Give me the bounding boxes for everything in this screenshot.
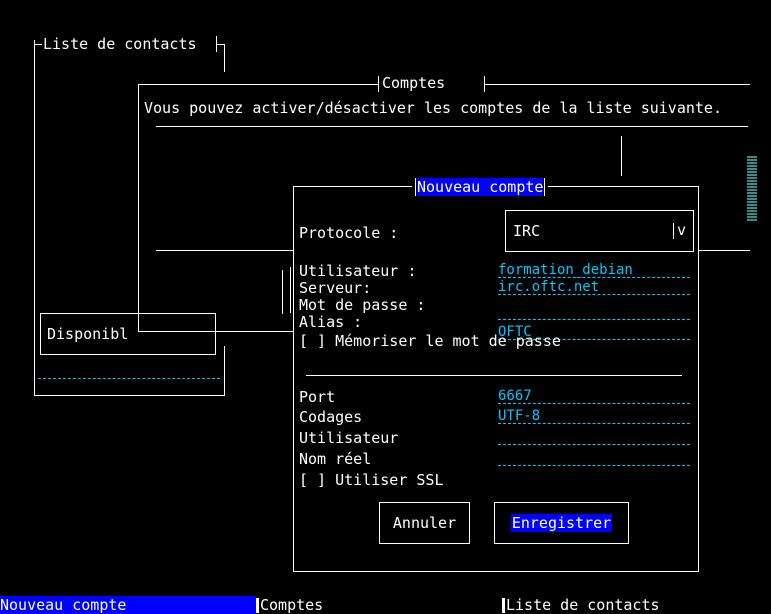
accounts-bottom-border (138, 331, 293, 332)
chevron-down-icon[interactable]: v (677, 222, 686, 238)
taskbar: Nouveau compte Comptes Liste de contacts (0, 596, 771, 614)
irc-user-label: Utilisateur (299, 429, 399, 447)
protocol-dropdown-separator (673, 223, 674, 239)
contacts-window-bottom-border (34, 395, 225, 396)
accounts-left-border (138, 84, 139, 332)
server-value: irc.oftc.net (498, 279, 600, 295)
save-button-label: Enregistrer (510, 514, 613, 532)
contacts-window-left-edge (34, 40, 35, 56)
port-value: 6667 (498, 388, 532, 404)
encodings-value: UTF-8 (498, 408, 541, 424)
accounts-window-title: Comptes (382, 74, 446, 92)
accounts-title-bracket-left (378, 76, 379, 92)
contacts-window-left-border (34, 56, 35, 396)
real-name-field[interactable] (498, 451, 690, 467)
irc-user-field[interactable] (498, 430, 690, 446)
contacts-title-line-left (34, 44, 42, 45)
dialog-title: Nouveau compte (417, 178, 544, 196)
save-button[interactable]: Enregistrer (494, 502, 629, 544)
password-label: Mot de passe : (299, 296, 426, 314)
port-label: Port (299, 388, 336, 406)
use-ssl-checkbox[interactable]: [ ] Utiliser SSL (299, 472, 444, 488)
accounts-list-bottom-line-left (156, 250, 294, 251)
cancel-button-label: Annuler (392, 514, 457, 532)
username-value: formation_debian (498, 262, 633, 278)
accounts-list-top-line (156, 126, 748, 127)
accounts-list-column-sep (621, 136, 622, 176)
accounts-top-border-left (138, 84, 378, 85)
accounts-top-border-right (484, 84, 750, 85)
server-field[interactable]: irc.oftc.net (498, 280, 690, 296)
dialog-title-wrap: Nouveau compte (412, 178, 549, 196)
new-account-dialog: Nouveau compte Protocole : IRC v Utilisa… (290, 178, 699, 572)
contacts-window-title: Liste de contacts (43, 35, 197, 53)
dialog-section-divider (306, 375, 682, 376)
cancel-button[interactable]: Annuler (379, 502, 470, 544)
accounts-inner-left-edge (282, 270, 283, 314)
port-field[interactable]: 6667 (498, 389, 690, 405)
remember-password-checkbox[interactable]: [ ] Mémoriser le mot de passe (299, 333, 561, 349)
taskbar-item-accounts[interactable]: Comptes (260, 596, 323, 614)
username-label: Utilisateur : (299, 262, 417, 280)
taskbar-separator (256, 598, 259, 613)
status-box[interactable]: Disponibl (40, 313, 216, 355)
accounts-list-bottom-line-right (698, 250, 750, 251)
taskbar-separator (502, 598, 505, 613)
taskbar-item-contacts[interactable]: Liste de contacts (506, 596, 660, 614)
username-field[interactable]: formation_debian (498, 263, 690, 279)
contacts-window-right-top (224, 44, 225, 72)
status-value: Disponibl (47, 325, 129, 343)
encodings-label: Codages (299, 408, 363, 426)
accounts-description: Vous pouvez activer/désactiver les compt… (144, 99, 722, 117)
password-field[interactable] (498, 305, 690, 321)
real-name-label: Nom réel (299, 450, 372, 468)
server-label: Serveur: (299, 279, 372, 297)
basic-fields-bracket (290, 267, 291, 313)
protocol-value: IRC (513, 222, 541, 240)
encodings-field[interactable]: UTF-8 (498, 409, 690, 425)
protocol-dropdown[interactable]: IRC v (505, 210, 694, 252)
contacts-window-right-bottom (224, 346, 225, 396)
protocol-label: Protocole : (299, 224, 399, 242)
accounts-scrollbar[interactable] (747, 155, 757, 221)
taskbar-item-new-account[interactable]: Nouveau compte (0, 596, 256, 614)
status-message-field[interactable] (38, 378, 220, 379)
alias-label: Alias : (299, 313, 363, 331)
